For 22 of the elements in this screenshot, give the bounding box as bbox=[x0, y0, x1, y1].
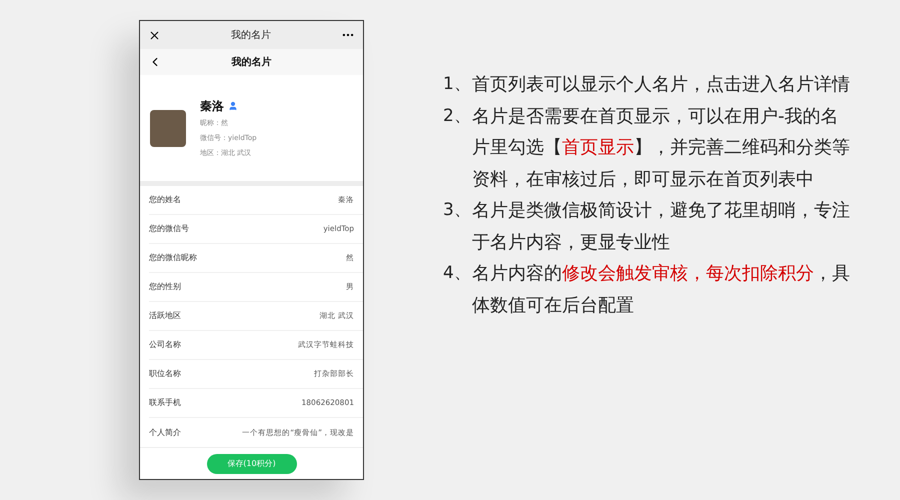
window-title: 我的名片 bbox=[231, 28, 271, 42]
note-text: 名片是类微信极简设计，避免了花里胡哨，专注于名片内容，更显专业性 bbox=[472, 199, 851, 254]
page-title: 我的名片 bbox=[232, 56, 272, 70]
field-label: 公司名称 bbox=[149, 339, 181, 351]
field-label: 联系手机 bbox=[149, 397, 181, 409]
field-label: 您的微信昵称 bbox=[149, 252, 197, 264]
field-label: 您的微信号 bbox=[149, 223, 189, 235]
note-text: 名片是否需要在首页显示，可以在用户-我的名片里勾选【首页显示】，并完善二维码和分类等资料，在审核过后，即可显示在首页列表中 bbox=[472, 104, 851, 192]
photo-placeholder bbox=[150, 110, 186, 146]
field-label: 活跃地区 bbox=[149, 310, 181, 322]
field-label: 职位名称 bbox=[149, 368, 181, 380]
profile-name: 秦洛 bbox=[200, 98, 224, 114]
note-number: 1、 bbox=[443, 73, 472, 96]
note-text: 首页列表可以显示个人名片，点击进入名片详情 bbox=[472, 73, 851, 97]
field-label: 您的性别 bbox=[149, 281, 181, 293]
note-number: 2、 bbox=[443, 104, 472, 128]
field-label: 个人简介 bbox=[149, 426, 181, 438]
close-icon[interactable] bbox=[148, 28, 161, 42]
note-number: 3、 bbox=[443, 199, 472, 222]
field-label: 您的姓名 bbox=[149, 194, 181, 206]
note-text: 名片内容的修改会触发审核，每次扣除积分，具体数值可在后台配置 bbox=[472, 262, 851, 318]
note-number: 4、 bbox=[443, 262, 472, 285]
